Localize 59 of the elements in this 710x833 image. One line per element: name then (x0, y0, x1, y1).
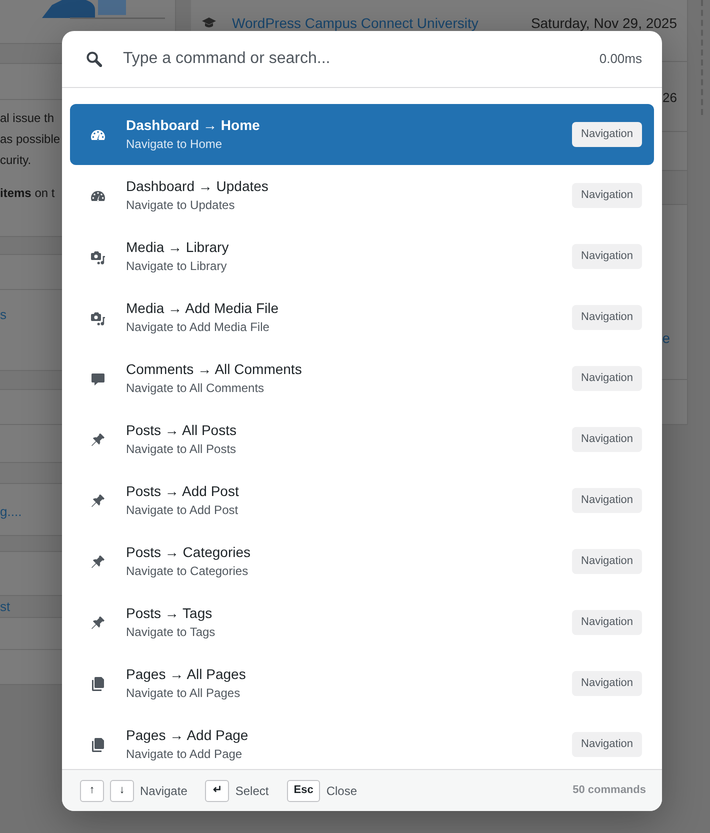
graduation-cap-icon (202, 17, 216, 29)
command-count: 50 commands (572, 783, 646, 798)
date-text: Saturday, Nov 29, 2025 (530, 15, 677, 31)
category-badge: Navigation (572, 183, 642, 208)
pushpin-icon (90, 554, 106, 570)
command-description: Navigate to Home (126, 136, 224, 153)
command-description: Navigate to Library (126, 258, 228, 275)
category-badge: Navigation (572, 610, 642, 635)
pages-icon (90, 736, 106, 752)
paragraph-text: al issue th as possible curity. (0, 110, 62, 169)
category-badge: Navigation (572, 122, 642, 147)
category-badge: Navigation (572, 732, 642, 757)
command-title: Posts → All Posts (126, 421, 236, 440)
search-icon (86, 51, 102, 67)
keyboard-key: ↓ (110, 780, 134, 802)
note-text: items on t (0, 185, 56, 202)
category-badge: Navigation (572, 305, 642, 330)
date-text: 26 (662, 90, 677, 106)
command-item[interactable]: Dashboard → Home Navigate to Home Navigation (70, 104, 654, 165)
pushpin-icon (90, 492, 106, 508)
search-field[interactable]: Type a command or search... (123, 39, 588, 79)
pages-icon (90, 676, 106, 692)
command-description: Navigate to Categories (126, 563, 250, 580)
hint-label: Select (235, 782, 269, 800)
command-title: Posts → Tags (126, 604, 214, 623)
command-title: Dashboard → Updates (126, 177, 268, 196)
command-title: Posts → Categories (126, 543, 250, 562)
speech-bubble-icon (90, 370, 106, 386)
command-title: Pages → Add Page (126, 726, 248, 745)
pushpin-icon (90, 614, 106, 630)
command-title: Posts → Add Post (126, 482, 239, 501)
command-description: Navigate to Tags (126, 624, 216, 641)
category-badge: Navigation (572, 549, 642, 574)
command-title: Comments → All Comments (126, 360, 302, 379)
keyboard-key: ↵ (205, 780, 230, 802)
camera-note-icon (90, 248, 106, 264)
command-description: Navigate to Add Post (126, 502, 239, 519)
hint-label: Close (326, 782, 357, 800)
command-description: Navigate to Add Page (126, 746, 244, 763)
command-description: Navigate to Add Media File (126, 319, 270, 336)
command-description: Navigate to All Pages (126, 685, 242, 702)
category-badge: Navigation (572, 427, 642, 452)
keyboard-key: Esc (286, 780, 320, 802)
category-badge: Navigation (572, 671, 642, 696)
pushpin-icon (90, 432, 106, 448)
command-title: Media → Add Media File (126, 299, 279, 318)
keyboard-key: ↑ (80, 780, 104, 802)
command-description: Navigate to All Posts (126, 441, 236, 458)
category-badge: Navigation (572, 488, 642, 513)
command-title: Dashboard → Home (126, 116, 260, 135)
hint-label: Navigate (140, 782, 188, 800)
command-title: Pages → All Pages (126, 665, 246, 684)
category-badge: Navigation (572, 366, 642, 391)
command-title: Media → Library (126, 238, 229, 257)
category-badge: Navigation (572, 244, 642, 269)
command-description: Navigate to Updates (126, 197, 236, 214)
timing-text: 0.00ms (599, 50, 642, 68)
command-description: Navigate to All Comments (126, 380, 266, 397)
camera-note-icon (90, 310, 106, 326)
